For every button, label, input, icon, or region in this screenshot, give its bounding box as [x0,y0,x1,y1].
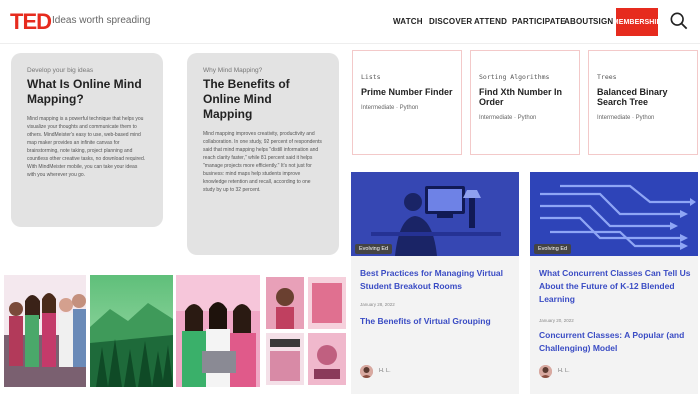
challenge-title: Balanced Binary Search Tree [597,87,668,107]
membership-button[interactable]: MEMBERSHIP [613,8,661,36]
category-badge: Evolving Ed [534,244,572,254]
students-group-photo[interactable] [4,275,86,387]
ted-logo[interactable]: TED [10,9,52,35]
card-kicker: Why Mind Mapping? [203,67,263,74]
blog-date: January 20, 2022 [539,318,574,323]
blog-subtitle-link[interactable]: Concurrent Classes: A Popular (and Chall… [539,329,693,355]
challenge-title: Prime Number Finder [361,87,453,97]
challenge-tag: Lists [361,73,381,81]
collage-photo[interactable] [264,275,348,387]
code-challenge-card[interactable]: Lists Prime Number Finder Intermediate ·… [352,50,462,155]
card-kicker: Develop your big ideas [27,67,94,74]
avatar [539,365,552,378]
avatar [360,365,373,378]
author-name: H. L. [379,368,391,374]
blog-card: Evolving Ed Best Practices for Managing … [351,172,519,394]
card-text: Mind mapping is a powerful technique tha… [27,116,146,178]
challenge-tag: Trees [597,73,617,81]
challenge-meta: Intermediate · Python [597,115,655,121]
nav-about[interactable]: ABOUT [564,17,593,26]
search-icon[interactable] [670,12,688,30]
code-challenge-card[interactable]: Sorting Algorithms Find Xth Number In Or… [470,50,580,155]
nav-discover[interactable]: DISCOVER [429,17,472,26]
card-title: What Is Online Mind Mapping? [27,77,142,106]
nav-attend[interactable]: ATTEND [474,17,507,26]
tagline: Ideas worth spreading [52,15,151,26]
blog-image[interactable]: Evolving Ed [530,172,698,256]
card-title: The Benefits of Online Mind Mapping [203,77,290,121]
blog-date: January 28, 2022 [360,302,395,307]
challenge-tag: Sorting Algorithms [479,73,550,81]
blog-title-link[interactable]: What Concurrent Classes Can Tell Us Abou… [539,267,693,307]
challenge-title: Find Xth Number In Order [479,87,562,107]
blog-title-link[interactable]: Best Practices for Managing Virtual Stud… [360,267,514,293]
blog-subtitle-link[interactable]: The Benefits of Virtual Grouping [360,315,514,328]
blog-card: Evolving Ed What Concurrent Classes Can … [530,172,698,394]
forest-mountain-photo[interactable] [90,275,173,387]
site-header: TED Ideas worth spreading WATCH DISCOVER… [0,0,700,44]
mind-map-card: Develop your big ideas What Is Online Mi… [11,53,163,227]
card-text: Mind mapping improves creativity, produc… [203,131,322,193]
category-badge: Evolving Ed [355,244,393,254]
challenge-meta: Intermediate · Python [479,115,537,121]
blog-image[interactable]: Evolving Ed [351,172,519,256]
students-laptop-photo[interactable] [176,275,260,387]
nav-watch[interactable]: WATCH [393,17,423,26]
mind-map-card: Why Mind Mapping? The Benefits of Online… [187,53,339,255]
nav-participate[interactable]: PARTICIPATE [512,17,566,26]
author-name: H. L. [558,368,570,374]
challenge-meta: Intermediate · Python [361,105,419,111]
code-challenge-card[interactable]: Trees Balanced Binary Search Tree Interm… [588,50,698,155]
